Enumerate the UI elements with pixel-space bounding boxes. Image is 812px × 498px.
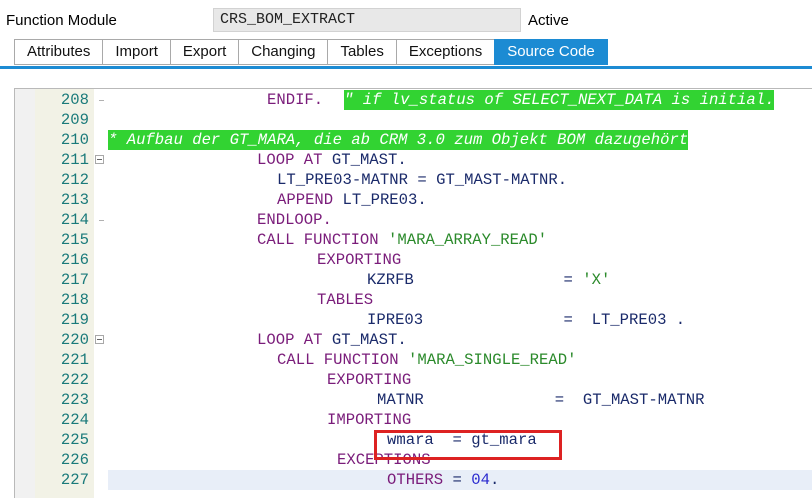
line-number: 220 [60,331,89,349]
comment-text: * Aufbau der GT_MARA, die ab CRM 3.0 zum… [108,130,689,150]
code-text: ENDIF. [267,91,324,109]
line-number: 214 [60,211,89,229]
line-number: 210 [60,131,89,149]
line-number: 225 [60,431,89,449]
line-number: 212 [60,171,89,189]
tab-strip: Attributes Import Export Changing Tables… [14,39,608,65]
code-line[interactable]: 217 KZRFB = 'X' [15,270,812,290]
code-text: EXPORTING [317,251,402,269]
line-number: 223 [60,391,89,409]
line-number: 227 [60,471,89,489]
line-number: 213 [60,191,89,209]
collapse-icon[interactable] [95,335,104,344]
code-line[interactable]: 214 ENDLOOP. [15,210,812,230]
code-line[interactable]: 223 MATNR = GT_MAST-MATNR [15,390,812,410]
code-text: TABLES [317,291,374,309]
code-line[interactable]: 224 IMPORTING [15,410,812,430]
comment-text: " if lv_status of SELECT_NEXT_DATA is in… [344,90,775,110]
tab-exceptions[interactable]: Exceptions [395,39,495,65]
code-line[interactable]: 221 CALL FUNCTION 'MARA_SINGLE_READ' [15,350,812,370]
line-number: 209 [60,111,89,129]
tab-export[interactable]: Export [169,39,239,65]
code-text: IPRE03 = LT_PRE03 . [367,311,686,329]
line-number: 208 [60,91,89,109]
code-line[interactable]: 220 LOOP AT GT_MAST. [15,330,812,350]
code-line[interactable]: 209 [15,110,812,130]
code-text: ENDLOOP. [257,211,332,229]
code-text: EXPORTING [327,371,412,389]
code-text: LT_PRE03-MATNR = GT_MAST-MATNR. [277,171,568,189]
code-line[interactable]: 215 CALL FUNCTION 'MARA_ARRAY_READ' [15,230,812,250]
code-line[interactable]: 210 * Aufbau der GT_MARA, die ab CRM 3.0 … [15,130,812,150]
line-number: 224 [60,411,89,429]
code-text: IMPORTING [327,411,412,429]
line-number: 211 [60,151,89,169]
code-line[interactable]: 219 IPRE03 = LT_PRE03 . [15,310,812,330]
code-line[interactable]: 208 ENDIF. " if lv_status of SELECT_NEXT_D… [15,90,812,110]
code-line[interactable]: 211 LOOP AT GT_MAST. [15,150,812,170]
tab-changing[interactable]: Changing [238,39,328,65]
line-number: 216 [60,251,89,269]
code-line[interactable]: 218 TABLES [15,290,812,310]
code-line[interactable]: 216 EXPORTING [15,250,812,270]
line-number: 226 [60,451,89,469]
line-number: 221 [60,351,89,369]
code-text: OTHERS = 04. [387,471,500,489]
tab-attributes[interactable]: Attributes [14,39,103,65]
code-text: CALL FUNCTION 'MARA_SINGLE_READ' [277,351,577,369]
code-line[interactable]: 212 LT_PRE03-MATNR = GT_MAST-MATNR. [15,170,812,190]
code-text: LOOP AT GT_MAST. [257,151,407,169]
tab-source-code[interactable]: Source Code [494,39,608,65]
code-text: LOOP AT GT_MAST. [257,331,407,349]
code-line[interactable]: 213 APPEND LT_PRE03. [15,190,812,210]
code-line[interactable]: 227 OTHERS = 04. [15,470,812,490]
line-number: 222 [60,371,89,389]
code-text: MATNR = GT_MAST-MATNR [377,391,705,409]
highlight-box [374,430,562,460]
collapse-icon[interactable] [95,155,104,164]
function-module-label: Function Module [6,12,117,29]
fold-end-marker [99,220,104,221]
function-module-name-field[interactable]: CRS_BOM_EXTRACT [213,8,521,32]
line-number: 219 [60,311,89,329]
tab-underline [0,66,812,69]
code-line[interactable]: 222 EXPORTING [15,370,812,390]
code-text: APPEND LT_PRE03. [277,191,427,209]
code-text: KZRFB = 'X' [367,271,611,289]
status-text: Active [528,12,569,29]
line-number: 217 [60,271,89,289]
tab-tables[interactable]: Tables [327,39,396,65]
tab-import[interactable]: Import [102,39,170,65]
function-module-header: Function Module CRS_BOM_EXTRACT Active [0,0,812,40]
line-number: 218 [60,291,89,309]
code-text: CALL FUNCTION 'MARA_ARRAY_READ' [257,231,548,249]
fold-end-marker [99,100,104,101]
line-number: 215 [60,231,89,249]
